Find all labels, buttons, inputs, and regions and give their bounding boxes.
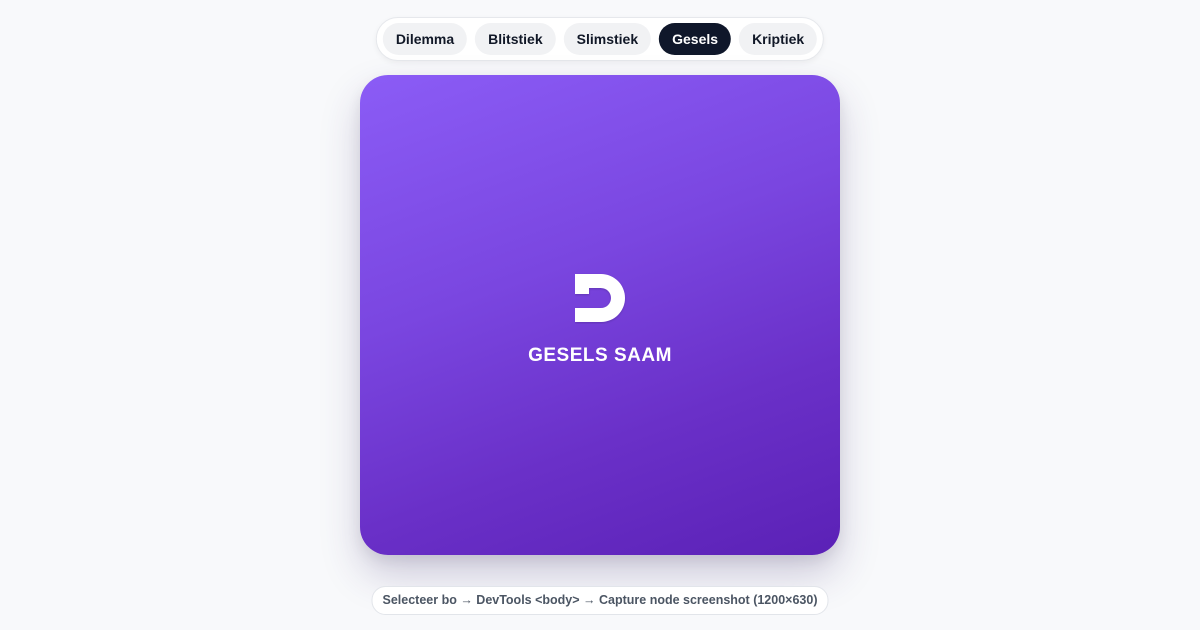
brand-title: GESELS SAAM <box>528 345 672 366</box>
gesels-logo-icon <box>575 274 625 322</box>
tab-slimstiek[interactable]: Slimstiek <box>563 23 652 55</box>
tab-gesels[interactable]: Gesels <box>659 23 732 55</box>
tab-blitstiek[interactable]: Blitstiek <box>475 23 556 55</box>
tab-kriptiek[interactable]: Kriptiek <box>739 23 818 55</box>
preview-card: GESELS SAAM <box>360 75 840 555</box>
page: Dilemma Blitstiek Slimstiek Gesels Kript… <box>0 0 1200 630</box>
capture-hint: Selecteer bo → DevTools <body> → Capture… <box>371 586 829 615</box>
mode-tab-bar: Dilemma Blitstiek Slimstiek Gesels Kript… <box>375 17 825 61</box>
tab-dilemma[interactable]: Dilemma <box>382 23 468 55</box>
